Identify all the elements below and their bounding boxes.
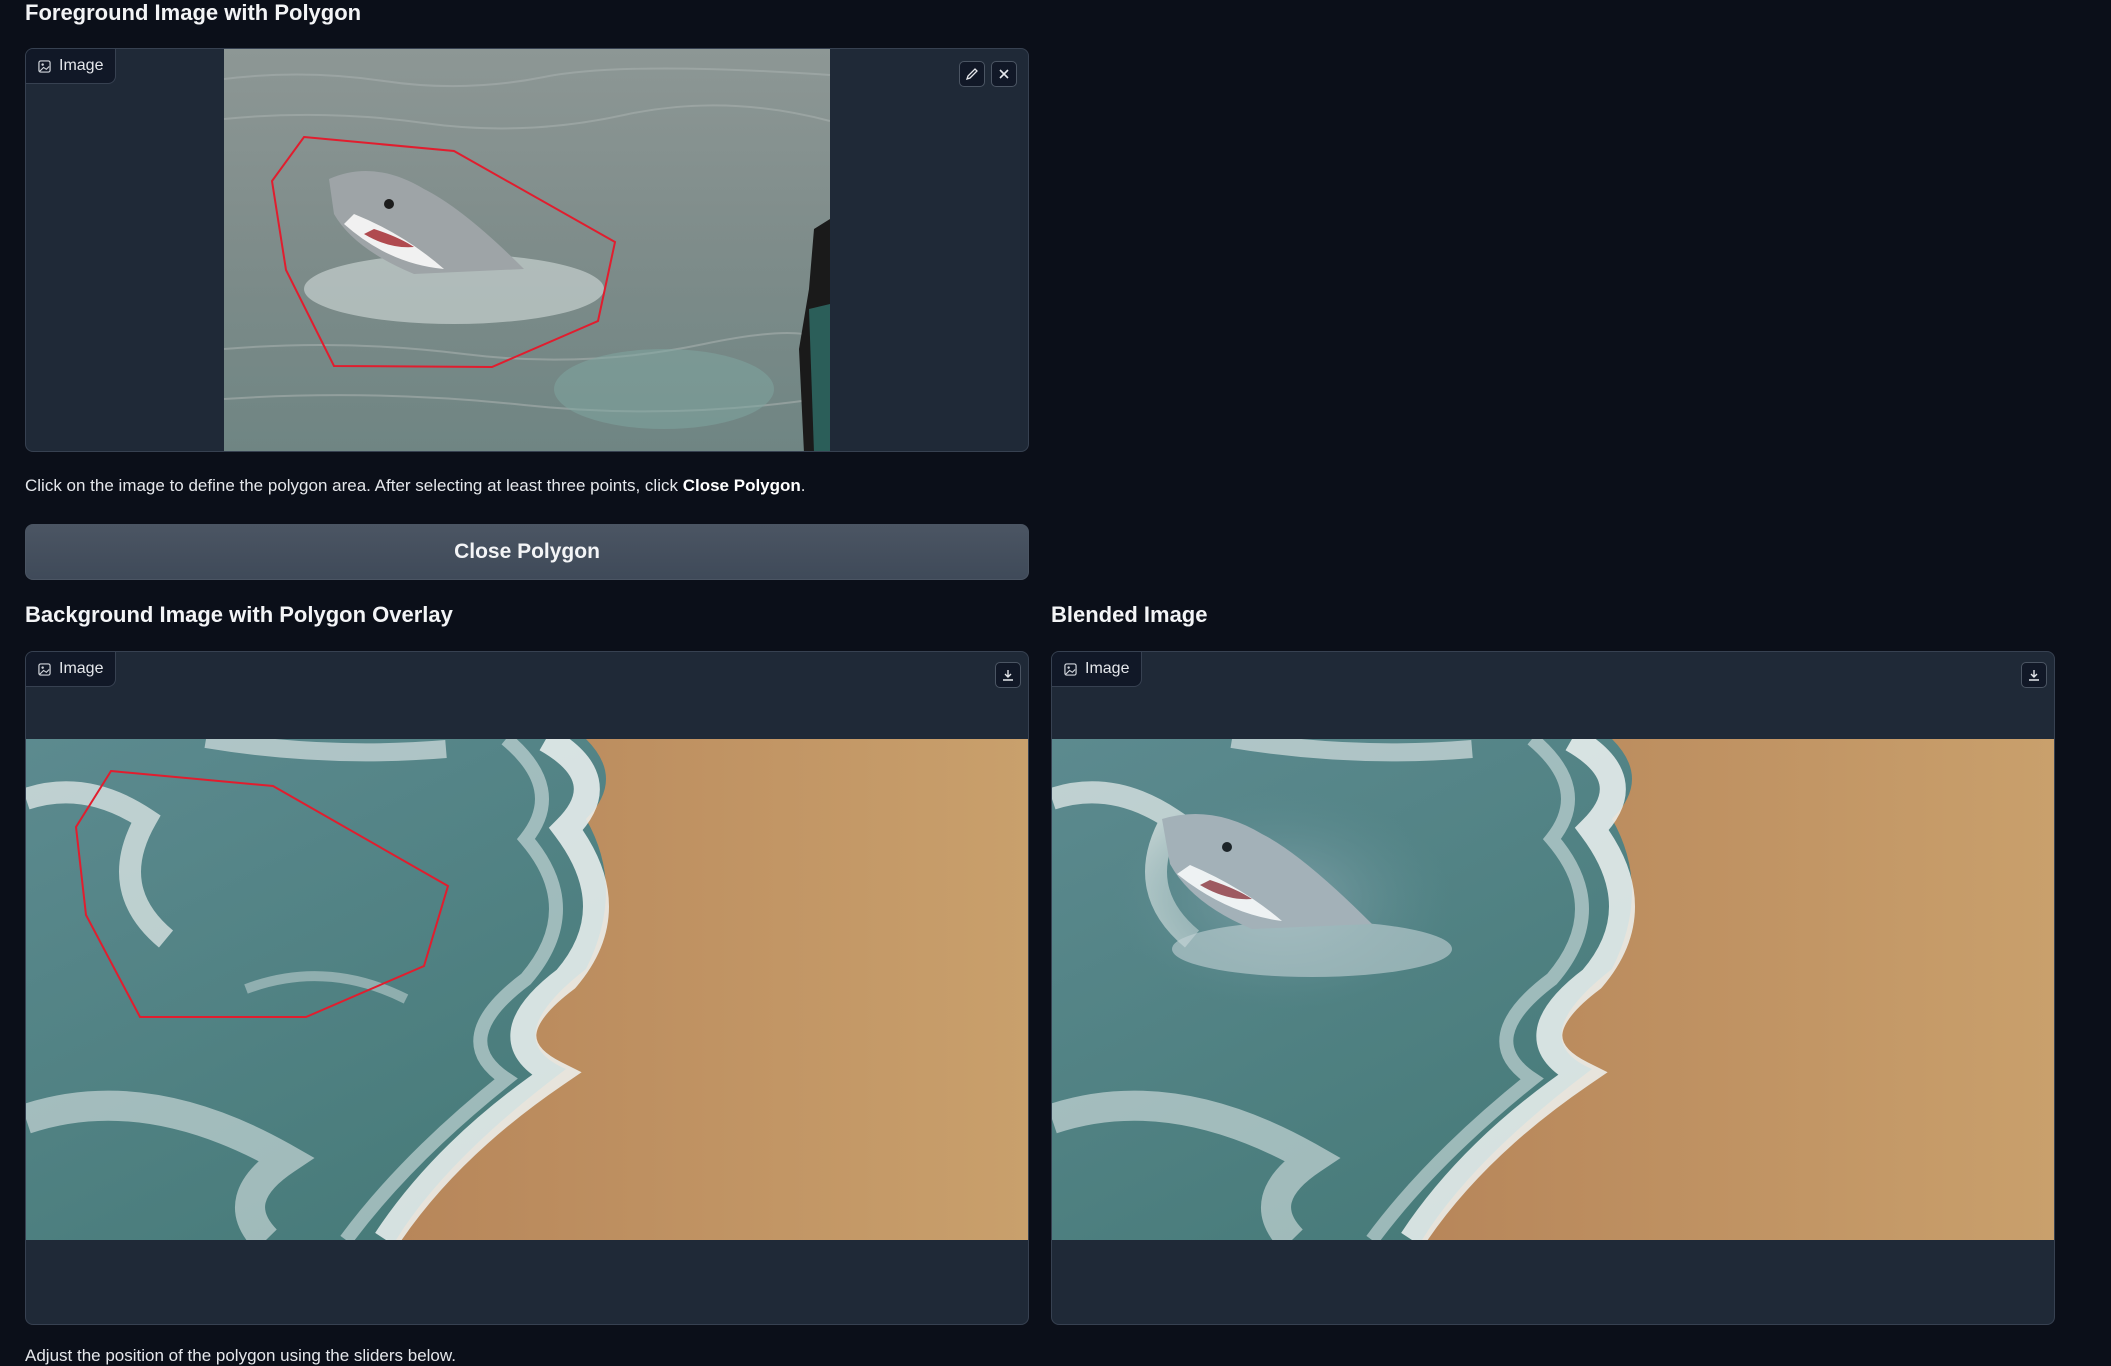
blended-title: Blended Image <box>1051 602 1208 627</box>
background-beach-image[interactable] <box>26 739 1028 1240</box>
edit-button[interactable] <box>959 61 985 87</box>
background-title: Background Image with Polygon Overlay <box>25 602 453 627</box>
download-button[interactable] <box>2021 662 2047 688</box>
foreground-image-panel[interactable]: Image <box>25 48 1029 452</box>
close-polygon-button[interactable]: Close Polygon <box>25 524 1029 580</box>
image-icon <box>1064 662 1077 676</box>
instructions-text: Click on the image to define the polygon… <box>25 476 806 495</box>
background-image-label: Image <box>26 652 117 687</box>
image-icon <box>38 662 51 676</box>
foreground-image-label: Image <box>26 49 117 84</box>
chip-label: Image <box>59 660 104 677</box>
slider-instructions: Adjust the position of the polygon using… <box>25 1346 456 1365</box>
blended-image-panel[interactable]: Image <box>1051 651 2055 1325</box>
beach-photo <box>26 739 1028 1240</box>
instructions-bold: Close Polygon <box>682 476 801 495</box>
chip-label: Image <box>1085 660 1130 677</box>
image-icon <box>38 59 51 73</box>
shark-photo <box>224 49 830 451</box>
foreground-title: Foreground Image with Polygon <box>25 0 362 25</box>
blended-image-label: Image <box>1052 652 1143 687</box>
pencil-icon <box>965 68 978 81</box>
download-icon <box>1003 670 1013 681</box>
chip-label: Image <box>59 57 104 74</box>
clear-button[interactable] <box>991 61 1017 87</box>
blended-photo <box>1052 739 2054 1240</box>
download-button[interactable] <box>995 662 1021 688</box>
background-image-panel[interactable]: Image <box>25 651 1029 1325</box>
blended-result-image[interactable] <box>1052 739 2054 1240</box>
download-icon <box>2029 670 2039 681</box>
close-icon <box>999 69 1009 79</box>
foreground-shark-image[interactable] <box>224 49 830 451</box>
